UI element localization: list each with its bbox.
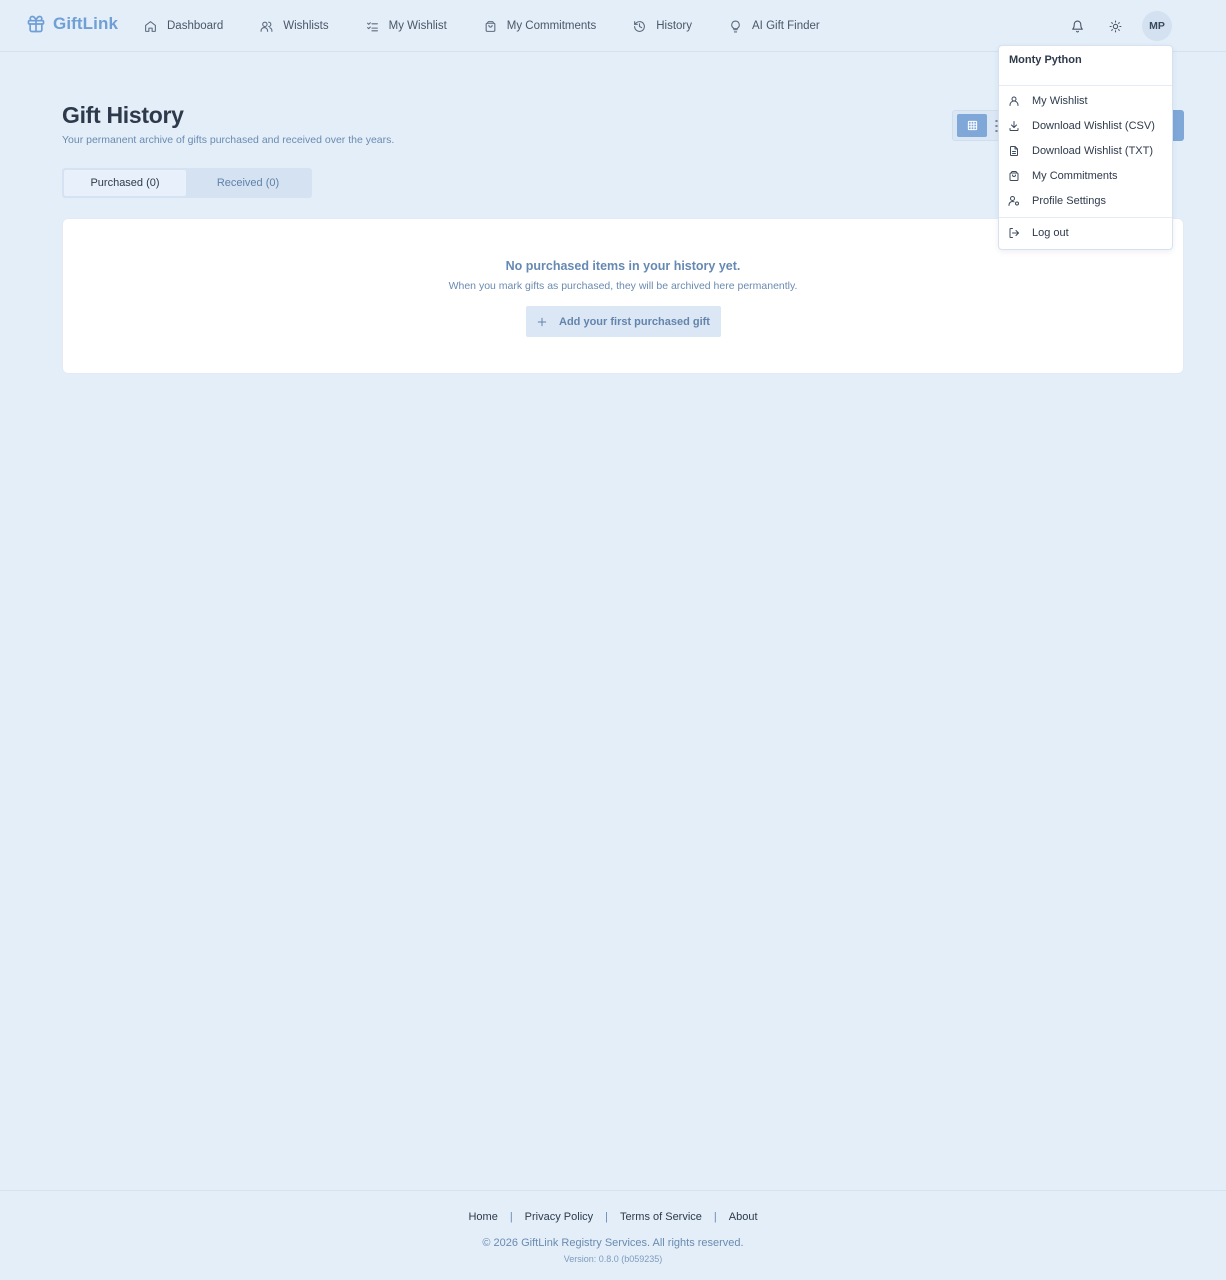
nav-label: Dashboard [167, 20, 224, 32]
download-icon [1009, 121, 1019, 131]
nav-actions: MP [1066, 11, 1172, 41]
main-nav: Dashboard Wishlists My Wishlist My Commi… [144, 0, 857, 52]
nav-item-dashboard[interactable]: Dashboard [144, 20, 223, 33]
menu-item-download-txt[interactable]: Download Wishlist (TXT) [1008, 141, 1166, 161]
nav-item-history[interactable]: History [633, 20, 692, 33]
tab-purchased[interactable]: Purchased (0) [64, 170, 186, 196]
nav-label: Wishlists [283, 20, 329, 32]
menu-user-name: Monty Python [1009, 54, 1082, 66]
add-first-purchased-gift-button[interactable]: Add your first purchased gift [526, 306, 721, 337]
footer-links: Home | Privacy Policy | Terms of Service… [0, 1211, 1226, 1223]
footer-separator: | [509, 1211, 513, 1223]
footer-link-about[interactable]: About [729, 1211, 758, 1223]
page-subtitle: Your permanent archive of gifts purchase… [62, 134, 395, 146]
nav-label: My Wishlist [388, 20, 447, 32]
menu-item-label: My Commitments [1032, 170, 1118, 182]
empty-state-subtitle: When you mark gifts as purchased, they w… [448, 280, 798, 292]
footer-copyright: © 2026 GiftLink Registry Services. All r… [482, 1237, 744, 1249]
shopping-bag-icon [485, 20, 496, 32]
log-out-icon [1009, 228, 1019, 238]
user-icon [1009, 96, 1019, 106]
footer-link-privacy-policy[interactable]: Privacy Policy [525, 1211, 593, 1223]
notifications-button[interactable] [1066, 15, 1088, 37]
tab-received[interactable]: Received (0) [186, 170, 310, 196]
footer-separator: | [713, 1211, 717, 1223]
menu-item-label: Download Wishlist (CSV) [1032, 120, 1155, 132]
theme-toggle-button[interactable] [1104, 15, 1126, 37]
file-text-icon [1010, 146, 1018, 156]
menu-divider [999, 85, 1172, 86]
home-icon [145, 20, 156, 32]
menu-divider [999, 217, 1172, 218]
menu-item-label: Log out [1032, 227, 1069, 239]
footer-link-terms-of-service[interactable]: Terms of Service [620, 1211, 702, 1223]
page-title: Gift History [62, 102, 184, 128]
plus-icon [537, 317, 547, 326]
lightbulb-icon [731, 20, 740, 32]
brand-name: GiftLink [53, 14, 119, 33]
nav-item-my-commitments[interactable]: My Commitments [484, 20, 596, 33]
nav-label: AI Gift Finder [752, 20, 820, 32]
nav-item-my-wishlist[interactable]: My Wishlist [366, 20, 447, 33]
history-icon [634, 20, 646, 32]
gift-icon [27, 15, 45, 33]
menu-item-my-commitments[interactable]: My Commitments [1008, 166, 1166, 186]
menu-item-profile-settings[interactable]: Profile Settings [1008, 191, 1166, 211]
menu-item-download-csv[interactable]: Download Wishlist (CSV) [1008, 116, 1166, 136]
history-tabs: Purchased (0) Received (0) [62, 168, 312, 198]
shopping-bag-icon [1009, 171, 1019, 181]
nav-label: History [656, 20, 693, 32]
footer-version: Version: 0.8.0 (b059235) [563, 1254, 663, 1264]
nav-item-wishlists[interactable]: Wishlists [260, 20, 329, 33]
menu-item-label: Download Wishlist (TXT) [1032, 145, 1154, 157]
nav-item-ai-gift-finder[interactable]: AI Gift Finder [729, 20, 820, 33]
grid-view-button[interactable] [957, 114, 987, 137]
menu-item-my-wishlist[interactable]: My Wishlist [1008, 91, 1166, 111]
users-icon [260, 21, 273, 32]
footer-separator: | [605, 1211, 608, 1223]
user-menu: Monty Python My Wishlist Download Wishli… [998, 45, 1173, 250]
footer: Home | Privacy Policy | Terms of Service… [0, 1190, 1226, 1280]
user-cog-icon [1008, 196, 1019, 206]
nav-label: My Commitments [506, 20, 597, 32]
add-button-label: Add your first purchased gift [559, 315, 710, 328]
empty-state-title: No purchased items in your history yet. [505, 259, 741, 273]
footer-link-home[interactable]: Home [468, 1211, 497, 1223]
brand-logo[interactable]: GiftLink [26, 14, 118, 34]
bell-icon [1071, 20, 1083, 32]
grid-icon [967, 120, 977, 131]
menu-item-label: Profile Settings [1032, 195, 1106, 207]
menu-item-label: My Wishlist [1032, 95, 1088, 107]
avatar-button[interactable]: MP [1142, 11, 1172, 41]
list-check-icon [366, 21, 378, 31]
menu-item-log-out[interactable]: Log out [1008, 223, 1166, 243]
sun-icon [1109, 20, 1121, 32]
